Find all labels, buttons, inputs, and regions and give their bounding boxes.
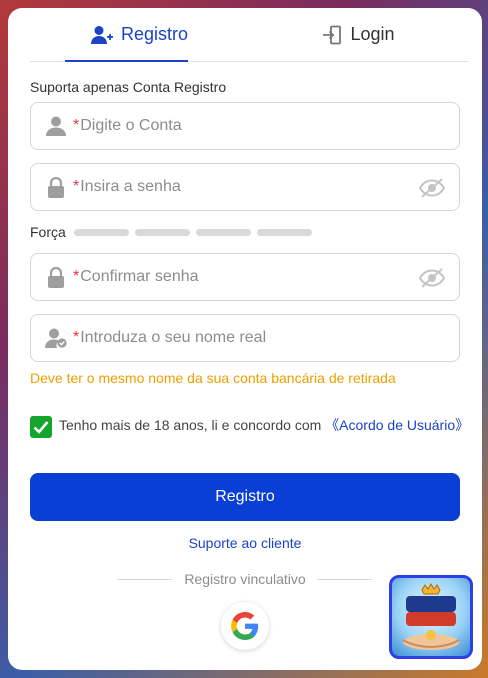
due777-logo-icon — [402, 583, 460, 650]
real-name-hint: Deve ter o mesmo nome da sua conta bancá… — [30, 370, 396, 386]
divider-label: Registro vinculativo — [184, 571, 306, 587]
checkmark-icon — [33, 421, 49, 434]
account-field[interactable]: * — [30, 102, 460, 150]
strength-bar-segment — [195, 228, 251, 236]
strength-bar-segment — [73, 228, 129, 236]
tab-login-label: Login — [350, 24, 395, 44]
agreement-label: Tenho mais de 18 anos, li e concordo com — [59, 417, 326, 433]
strength-label: Força — [30, 224, 66, 240]
eye-off-icon[interactable] — [418, 177, 446, 199]
lock-icon — [45, 266, 67, 288]
promo-badge[interactable] — [389, 575, 473, 659]
agreement-text: Tenho mais de 18 anos, li e concordo com… — [59, 415, 469, 438]
divider-line — [118, 578, 173, 580]
password-field[interactable]: * — [30, 163, 460, 211]
required-mark: * — [73, 178, 80, 195]
password-input[interactable] — [80, 164, 459, 210]
confirm-password-field[interactable]: * — [30, 253, 460, 301]
eye-off-icon[interactable] — [418, 267, 446, 289]
user-check-icon — [45, 327, 67, 349]
divider-line — [317, 578, 373, 580]
account-input[interactable] — [80, 103, 459, 149]
account-type-note: Suporta apenas Conta Registro — [30, 79, 227, 95]
auth-tabs: Registro Login — [30, 8, 468, 62]
binding-divider: Registro vinculativo — [118, 571, 373, 587]
required-mark: * — [73, 268, 80, 285]
password-strength: Força — [30, 224, 318, 240]
google-icon — [231, 612, 259, 640]
google-login-button[interactable] — [221, 602, 269, 650]
tab-registro-label: Registro — [120, 24, 189, 44]
add-user-icon — [90, 25, 113, 45]
strength-bar-segment — [256, 228, 312, 236]
real-name-field[interactable]: * — [30, 314, 460, 362]
tab-registro[interactable]: Registro — [30, 8, 249, 62]
user-agreement-link[interactable]: 《Acordo de Usuário》 — [325, 417, 469, 433]
tab-login[interactable]: Login — [249, 8, 468, 61]
login-door-icon — [322, 25, 342, 45]
required-mark: * — [73, 329, 80, 346]
age-agreement: Tenho mais de 18 anos, li e concordo com… — [30, 415, 470, 438]
register-modal: Registro Login Suporta apenas Conta Regi… — [8, 8, 482, 670]
required-mark: * — [73, 117, 80, 134]
strength-bar-segment — [134, 228, 190, 236]
confirm-password-input[interactable] — [80, 254, 459, 300]
real-name-input[interactable] — [80, 315, 459, 361]
agreement-checkbox[interactable] — [30, 416, 52, 438]
customer-support-link[interactable]: Suporte ao cliente — [8, 535, 482, 551]
lock-icon — [45, 176, 67, 198]
register-submit-button[interactable]: Registro — [30, 473, 460, 521]
user-icon — [45, 115, 67, 137]
